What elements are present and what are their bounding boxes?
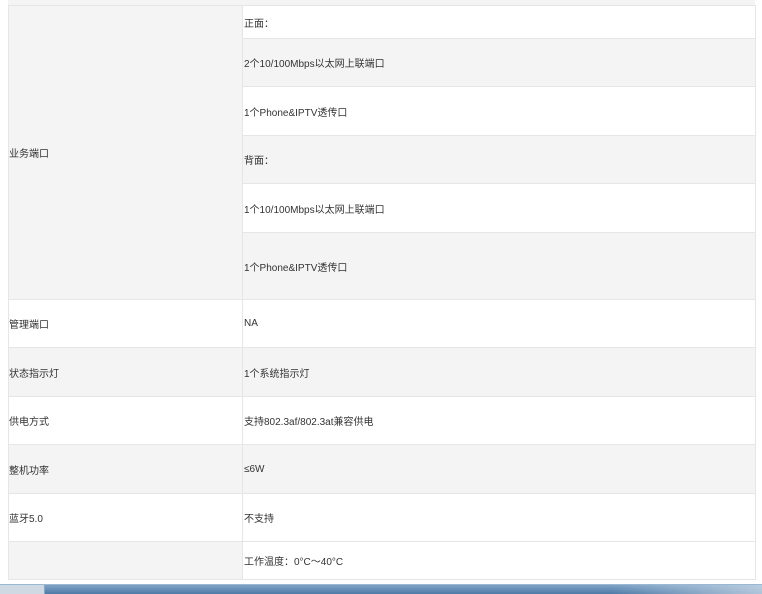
table-row: 整机功率 ≤6W xyxy=(8,444,756,494)
env-temp-value: 工作温度：0°C～40°C xyxy=(242,541,756,580)
power-value: 支持802.3af/802.3at兼容供电 xyxy=(242,396,756,445)
bluetooth-value: 不支持 xyxy=(242,493,756,542)
env-label xyxy=(8,541,243,580)
ports-back-phone: 1个Phone&IPTV透传口 xyxy=(242,232,756,300)
ports-front-uplink: 2个10/100Mbps以太网上联端口 xyxy=(242,38,756,87)
ports-front-title: 正面： xyxy=(242,5,756,39)
consumption-label: 整机功率 xyxy=(8,444,243,494)
table-row: 管理端口 NA xyxy=(8,299,756,348)
mgmt-value: NA xyxy=(242,299,756,348)
ports-front-phone: 1个Phone&IPTV透传口 xyxy=(242,86,756,136)
consumption-value: ≤6W xyxy=(242,444,756,494)
power-label: 供电方式 xyxy=(8,396,243,445)
led-label: 状态指示灯 xyxy=(8,347,243,397)
bluetooth-label: 蓝牙5.0 xyxy=(8,493,243,542)
mgmt-label: 管理端口 xyxy=(8,299,243,348)
ports-label: 业务端口 xyxy=(8,5,243,300)
table-row: 蓝牙5.0 不支持 xyxy=(8,493,756,542)
ports-back-title: 背面： xyxy=(242,135,756,184)
table-row: 供电方式 支持802.3af/802.3at兼容供电 xyxy=(8,396,756,445)
led-value: 1个系统指示灯 xyxy=(242,347,756,397)
spec-table: 业务端口 正面： 2个10/100Mbps以太网上联端口 1个Phone&IPT… xyxy=(8,5,756,580)
table-row: 工作温度：0°C～40°C xyxy=(8,541,756,580)
table-row: 业务端口 正面： xyxy=(8,5,756,300)
ports-back-uplink: 1个10/100Mbps以太网上联端口 xyxy=(242,183,756,233)
table-row: 状态指示灯 1个系统指示灯 xyxy=(8,347,756,397)
